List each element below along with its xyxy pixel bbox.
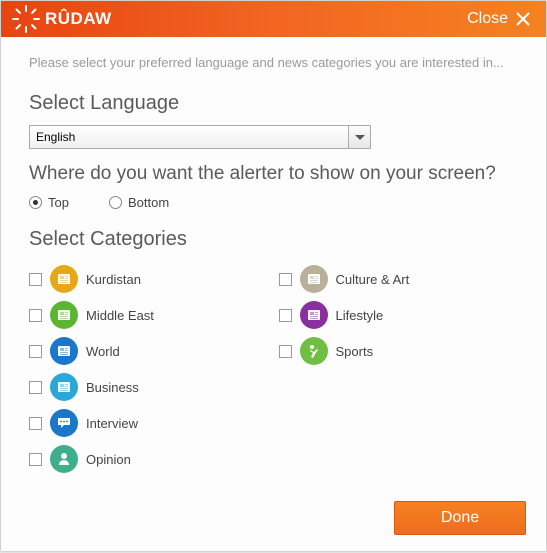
category-label: Middle East <box>86 308 154 323</box>
language-select-row: English <box>29 125 518 149</box>
news-icon <box>300 265 328 293</box>
news-icon <box>300 301 328 329</box>
category-checkbox[interactable] <box>279 273 292 286</box>
language-heading: Select Language <box>29 92 518 115</box>
category-label: Lifestyle <box>336 308 384 323</box>
opinion-icon <box>50 445 78 473</box>
close-button[interactable]: Close <box>467 10 532 28</box>
category-item: Interview <box>29 405 269 441</box>
done-label: Done <box>441 509 479 527</box>
category-checkbox[interactable] <box>29 273 42 286</box>
alerter-question: Where do you want the alerter to show on… <box>29 163 518 185</box>
news-icon <box>50 265 78 293</box>
brand-text: RÛDAW <box>45 9 112 29</box>
category-item: Kurdistan <box>29 261 269 297</box>
sports-icon <box>300 337 328 365</box>
radio-label: Top <box>48 195 69 210</box>
language-select[interactable]: English <box>29 125 349 149</box>
news-icon <box>50 301 78 329</box>
news-icon <box>50 373 78 401</box>
category-label: Kurdistan <box>86 272 141 287</box>
dialog-footer: Done <box>1 491 546 551</box>
radio-icon <box>29 196 42 209</box>
category-label: Culture & Art <box>336 272 410 287</box>
category-checkbox[interactable] <box>279 345 292 358</box>
category-item: Business <box>29 369 269 405</box>
category-item: Opinion <box>29 441 269 477</box>
alerter-position-group: Top Bottom <box>29 195 518 210</box>
category-checkbox[interactable] <box>29 381 42 394</box>
category-checkbox[interactable] <box>29 345 42 358</box>
category-item: Middle East <box>29 297 269 333</box>
instruction-text: Please select your preferred language an… <box>29 55 518 70</box>
radio-label: Bottom <box>128 195 169 210</box>
news-icon <box>50 337 78 365</box>
brand-logo: RÛDAW <box>11 4 112 34</box>
sun-icon <box>11 4 41 34</box>
category-item: World <box>29 333 269 369</box>
preferences-dialog: RÛDAW Close Please select your preferred… <box>1 1 546 551</box>
category-checkbox[interactable] <box>29 309 42 322</box>
speech-icon <box>50 409 78 437</box>
category-label: Sports <box>336 344 374 359</box>
radio-option-top[interactable]: Top <box>29 195 69 210</box>
category-item: Lifestyle <box>279 297 519 333</box>
done-button[interactable]: Done <box>394 501 526 535</box>
chevron-down-icon <box>355 128 365 146</box>
dialog-header: RÛDAW Close <box>1 1 546 37</box>
category-checkbox[interactable] <box>279 309 292 322</box>
category-checkbox[interactable] <box>29 417 42 430</box>
category-checkbox[interactable] <box>29 453 42 466</box>
categories-heading: Select Categories <box>29 228 518 251</box>
category-label: World <box>86 344 120 359</box>
close-label: Close <box>467 10 508 28</box>
categories-left-column: Kurdistan Middle East World Business Intervi… <box>29 261 269 477</box>
categories-right-column: Culture & Art Lifestyle Sports <box>279 261 519 477</box>
dialog-body: Please select your preferred language an… <box>1 37 546 491</box>
radio-option-bottom[interactable]: Bottom <box>109 195 169 210</box>
category-label: Interview <box>86 416 138 431</box>
radio-icon <box>109 196 122 209</box>
language-dropdown-button[interactable] <box>349 125 371 149</box>
category-label: Business <box>86 380 139 395</box>
language-selected-value: English <box>36 130 75 144</box>
categories-grid: Kurdistan Middle East World Business Intervi… <box>29 261 518 477</box>
category-item: Culture & Art <box>279 261 519 297</box>
category-item: Sports <box>279 333 519 369</box>
category-label: Opinion <box>86 452 131 467</box>
close-icon <box>514 10 532 28</box>
